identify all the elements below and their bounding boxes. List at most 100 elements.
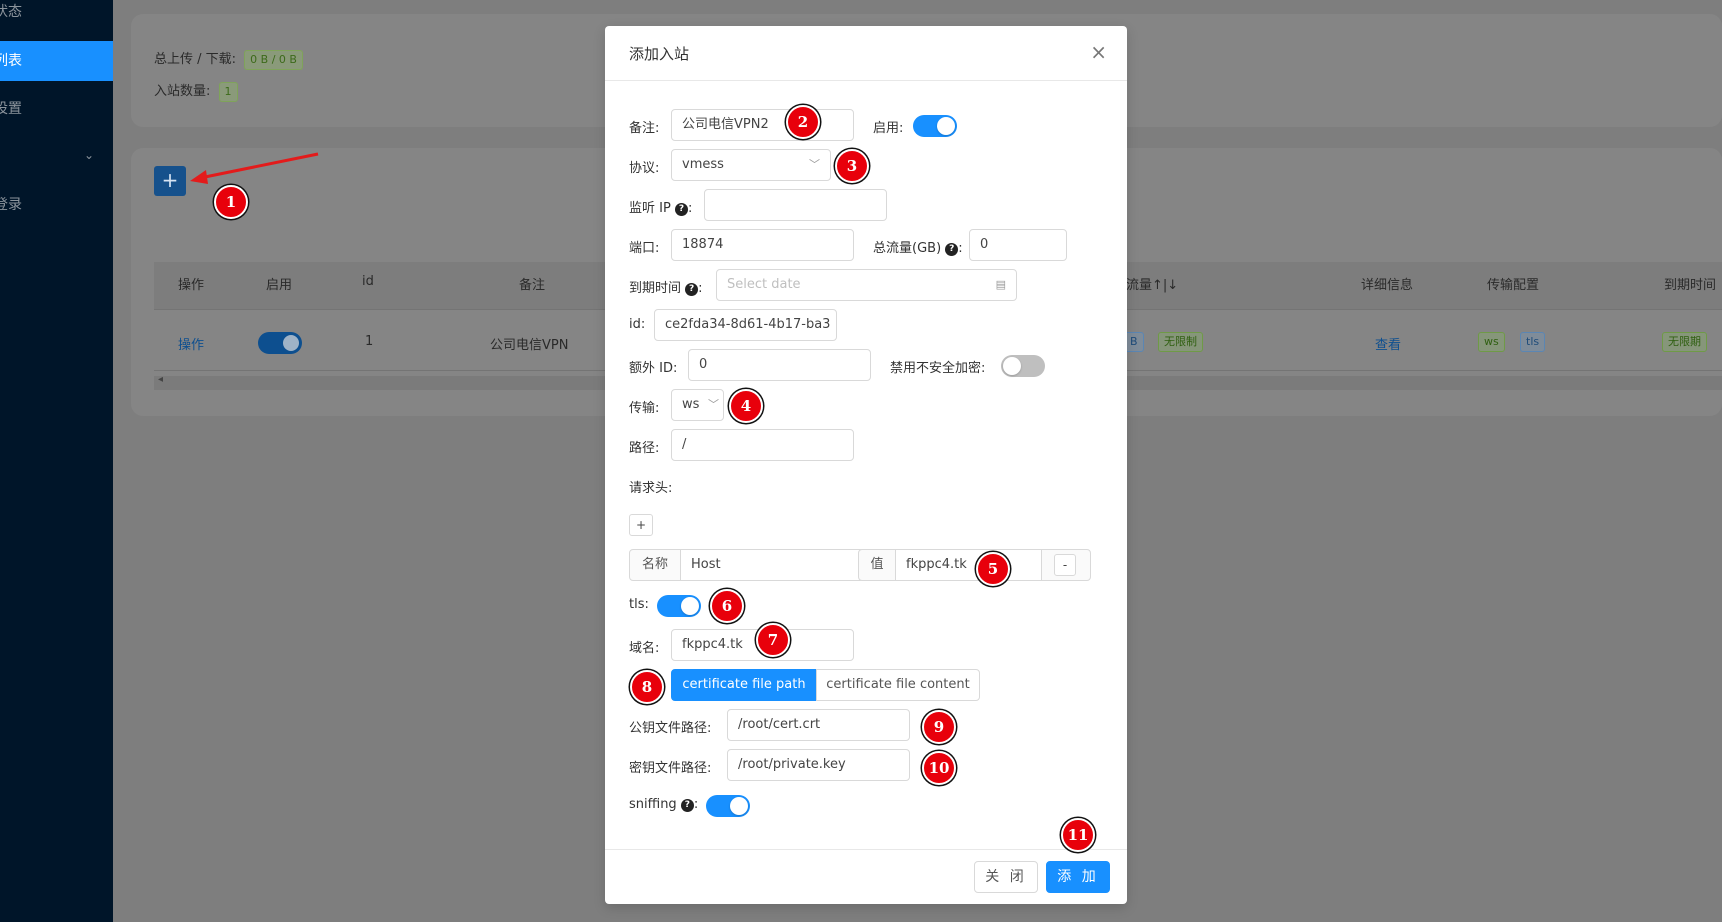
transport-value: ws — [682, 397, 700, 412]
private-key-path-label: 密钥文件路径: — [629, 761, 712, 776]
remark-label: 备注: — [629, 121, 660, 136]
header-value-input[interactable]: fkppc4.tk — [895, 549, 1042, 581]
private-key-path-input[interactable]: /root/private.key — [727, 749, 910, 781]
sidebar-item-login[interactable]: 登录 — [0, 185, 113, 225]
header-name-input[interactable]: Host — [680, 549, 864, 581]
annotation-badge-5: 5 — [976, 552, 1010, 586]
expiry-label-text: 到期时间 — [629, 281, 682, 296]
annotation-badge-8: 8 — [630, 670, 664, 704]
sidebar-item-label: 登录 — [0, 197, 22, 213]
expiry-label: 到期时间 ?: — [629, 281, 703, 296]
remove-header-button[interactable]: - — [1054, 554, 1076, 576]
traffic-label: 总上传 / 下载: — [154, 52, 237, 67]
disable-insecure-toggle[interactable] — [1001, 355, 1045, 377]
row-action-link[interactable]: 操作 — [178, 334, 204, 353]
tls-label: tls: — [629, 597, 649, 612]
listen-ip-input[interactable] — [704, 189, 887, 221]
path-label: 路径: — [629, 441, 660, 456]
help-icon[interactable]: ? — [945, 243, 959, 256]
row-transport-tls: tls — [1520, 332, 1546, 352]
row-remark: 公司电信VPN — [490, 338, 569, 353]
row-total-tag: 无限制 — [1158, 332, 1203, 352]
count-label: 入站数量: — [154, 84, 211, 99]
annotation-badge-1: 1 — [214, 185, 248, 219]
sidebar-item-settings[interactable]: 设置 — [0, 89, 113, 129]
path-input[interactable]: / — [671, 429, 854, 461]
port-input[interactable]: 18874 — [671, 229, 854, 261]
sidebar: 状态 列表 设置 ⌄ 登录 — [0, 0, 113, 922]
public-key-path-label: 公钥文件路径: — [629, 721, 712, 736]
col-enable: 启用 — [266, 278, 293, 293]
tls-toggle[interactable] — [657, 595, 701, 617]
traffic-tag: 0 B / 0 B — [244, 49, 303, 70]
total-traffic-label: 总流量(GB) ?: — [873, 241, 963, 256]
header-name-addon: 名称 — [629, 549, 681, 581]
add-header-button[interactable]: + — [629, 514, 653, 536]
protocol-label: 协议: — [629, 161, 660, 176]
modal-header: 添加入站 × — [605, 26, 1127, 81]
chevron-down-icon[interactable]: ⌄ — [84, 148, 94, 162]
col-expiry: 到期时间 — [1664, 278, 1717, 293]
col-remark: 备注 — [519, 278, 546, 293]
disable-insecure-label: 禁用不安全加密: — [890, 361, 986, 376]
header-value-addon: 值 — [858, 549, 896, 581]
submit-add-button[interactable]: 添 加 — [1046, 861, 1110, 893]
annotation-badge-2: 2 — [786, 105, 820, 139]
inbound-count-stat: 入站数量: 1 — [154, 80, 238, 102]
col-transport: 传输配置 — [1487, 278, 1540, 293]
annotation-badge-11: 11 — [1061, 818, 1095, 852]
add-inbound-button[interactable]: + — [154, 166, 186, 196]
help-icon[interactable]: ? — [674, 203, 688, 216]
header-remove-wrap: - — [1041, 549, 1091, 581]
cert-mode-path[interactable]: certificate file path — [671, 669, 817, 701]
remark-input[interactable]: 公司电信VPN2 — [671, 109, 854, 141]
sniffing-label-text: sniffing — [629, 797, 677, 812]
col-detail: 详细信息 — [1361, 278, 1414, 293]
row-detail-link[interactable]: 查看 — [1375, 334, 1401, 353]
chevron-down-icon: ﹀ — [809, 158, 820, 171]
annotation-badge-3: 3 — [835, 149, 869, 183]
annotation-arrow — [190, 152, 319, 184]
listen-ip-label-text: 监听 IP — [629, 201, 671, 216]
close-icon[interactable]: × — [1090, 40, 1107, 64]
public-key-path-input[interactable]: /root/cert.crt — [727, 709, 910, 741]
sniffing-label: sniffing ?: — [629, 797, 699, 812]
enable-label: 启用: — [873, 121, 904, 136]
col-traffic[interactable]: 流量↑|↓ — [1126, 274, 1178, 293]
expiry-placeholder: Select date — [727, 277, 801, 292]
expiry-date-picker[interactable]: Select date ▤ — [716, 269, 1017, 301]
listen-ip-label: 监听 IP ?: — [629, 201, 693, 216]
transport-select[interactable]: ws ﹀ — [671, 389, 724, 421]
help-icon[interactable]: ? — [685, 283, 699, 296]
col-action: 操作 — [178, 278, 205, 293]
annotation-badge-9: 9 — [922, 710, 956, 744]
sidebar-item-status[interactable]: 状态 — [0, 0, 113, 32]
help-icon[interactable]: ? — [680, 799, 694, 812]
enable-toggle[interactable] — [913, 115, 957, 137]
sniffing-toggle[interactable] — [706, 795, 750, 817]
annotation-badge-10: 10 — [922, 751, 956, 785]
headers-label: 请求头: — [629, 481, 673, 496]
col-id: id — [362, 274, 374, 289]
protocol-select[interactable]: vmess ﹀ — [671, 149, 831, 181]
domain-label: 域名: — [629, 641, 660, 656]
row-transport-ws: ws — [1478, 332, 1505, 352]
uuid-input[interactable]: ce2fda34-8d61-4b17-ba3 — [654, 309, 837, 341]
alter-id-input[interactable]: 0 — [688, 349, 871, 381]
row-id: 1 — [365, 334, 374, 349]
cert-mode-content[interactable]: certificate file content — [816, 669, 980, 701]
port-label: 端口: — [629, 241, 660, 256]
annotation-badge-4: 4 — [729, 389, 763, 423]
traffic-stat: 总上传 / 下载: 0 B / 0 B — [154, 48, 303, 70]
sidebar-item-label: 列表 — [0, 53, 22, 69]
count-tag: 1 — [218, 81, 238, 102]
scroll-left-icon[interactable]: ◂ — [158, 374, 163, 385]
sidebar-item-list[interactable]: 列表 — [0, 41, 113, 81]
total-traffic-input[interactable]: 0 — [969, 229, 1067, 261]
calendar-icon: ▤ — [995, 278, 1006, 291]
row-enable-toggle[interactable] — [258, 332, 302, 354]
chevron-down-icon: ﹀ — [708, 398, 719, 411]
modal-title: 添加入站 — [629, 45, 690, 63]
row-expiry-tag: 无限期 — [1662, 332, 1707, 352]
close-button[interactable]: 关 闭 — [974, 861, 1038, 893]
